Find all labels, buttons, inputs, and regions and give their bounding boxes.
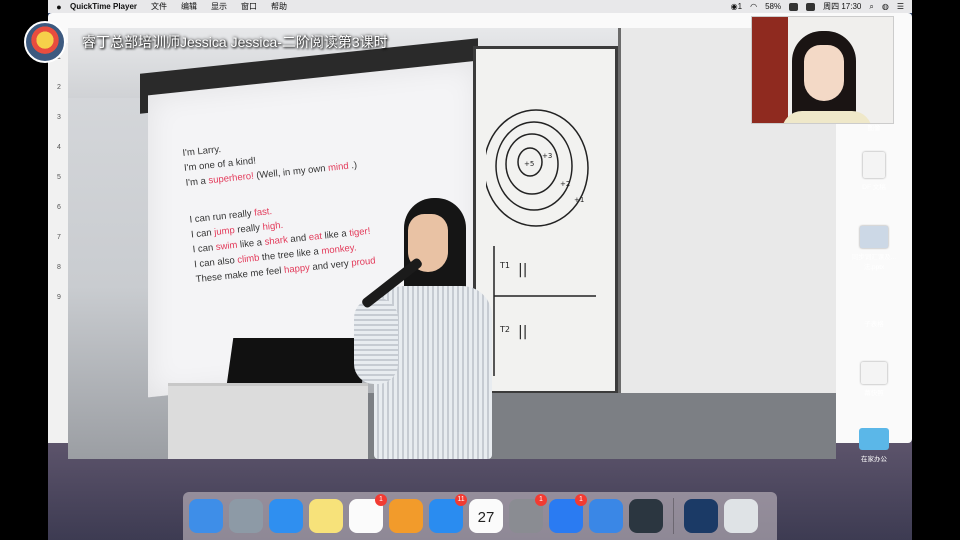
status-notification-icon[interactable]: ◉1 bbox=[731, 2, 742, 11]
dock-desktop-thumbnail-icon[interactable] bbox=[684, 499, 718, 533]
desktop-folder-work-from-home[interactable]: 在家办公 bbox=[850, 428, 898, 463]
target-label: +2 bbox=[560, 180, 570, 188]
desktop-file-screenshot[interactable]: 幕快照 bbox=[850, 362, 898, 397]
desktop-file-pptx[interactable]: 同步词汇课及...法.pptx bbox=[850, 226, 898, 271]
target-label: +5 bbox=[524, 160, 534, 168]
menu-help[interactable]: 帮助 bbox=[271, 1, 287, 12]
host-avatar[interactable] bbox=[24, 21, 66, 63]
camera-pip[interactable] bbox=[751, 16, 894, 124]
ruler-mark: 8 bbox=[57, 264, 61, 271]
battery-icon[interactable] bbox=[789, 2, 799, 11]
desktop-file-label: 幕快照 bbox=[864, 390, 884, 397]
dock-recent bbox=[684, 499, 758, 533]
folder-icon bbox=[859, 428, 889, 450]
ruler-mark: 9 bbox=[57, 294, 61, 301]
left-ruler: 1 2 3 4 5 6 7 8 9 bbox=[48, 43, 70, 443]
menu-view[interactable]: 显示 bbox=[211, 1, 227, 12]
dock-calendar-icon[interactable]: 27 bbox=[469, 499, 503, 533]
dock-badge: 1 bbox=[575, 494, 587, 506]
pip-door bbox=[752, 17, 788, 123]
app-menu[interactable]: QuickTime Player bbox=[70, 2, 137, 11]
wifi-icon[interactable]: ◠ bbox=[750, 2, 757, 11]
tally-mark: || bbox=[518, 324, 527, 340]
document-icon bbox=[863, 152, 885, 178]
dock-safari-icon[interactable] bbox=[269, 499, 303, 533]
dock-badge: 11 bbox=[455, 494, 467, 506]
ruler-mark: 4 bbox=[57, 144, 61, 151]
desktop-file-label: DF 文稿 bbox=[862, 184, 886, 191]
calendar-day: 27 bbox=[477, 509, 495, 526]
dock-launchpad-icon[interactable] bbox=[229, 499, 263, 533]
menu-edit[interactable]: 编辑 bbox=[181, 1, 197, 12]
teacher-arm bbox=[354, 298, 398, 384]
dock-system-preferences-icon[interactable]: 1 bbox=[509, 494, 547, 533]
dock-reminders-icon[interactable]: 1 bbox=[349, 494, 387, 533]
target-label: +1 bbox=[574, 196, 584, 204]
video-player[interactable]: I'm Larry. I'm one of a kind! I'm a supe… bbox=[68, 28, 836, 459]
dock-quicktime-icon[interactable] bbox=[629, 499, 663, 533]
presentation-icon bbox=[860, 226, 888, 248]
dock-badge: 1 bbox=[535, 494, 547, 506]
teacher bbox=[354, 198, 504, 459]
desktop-file-pdf[interactable]: DF 文稿 bbox=[850, 152, 898, 191]
screenshot-icon bbox=[861, 362, 887, 384]
ruler-mark: 3 bbox=[57, 114, 61, 121]
desktop-file-label: 同步词汇课及...法.pptx bbox=[851, 254, 897, 271]
podium bbox=[168, 383, 368, 459]
dock-keynote-icon[interactable] bbox=[589, 499, 623, 533]
target-label: +3 bbox=[542, 152, 552, 160]
dock-apps: 1 11 27 1 1 bbox=[189, 494, 663, 533]
notification-count: 1 bbox=[737, 2, 743, 11]
menu-window[interactable]: 窗口 bbox=[241, 1, 257, 12]
pip-shirt bbox=[782, 111, 872, 123]
ruler-mark: 5 bbox=[57, 174, 61, 181]
pip-face bbox=[804, 45, 844, 101]
desktop-file-label: 子表格 bbox=[864, 321, 884, 328]
dock-finder-icon[interactable] bbox=[189, 499, 223, 533]
stream-title: 睿丁总部培训师Jessica Jessica-二阶阅读第3课时 bbox=[82, 34, 388, 50]
spotlight-search-icon[interactable]: ⌕ bbox=[869, 2, 873, 12]
dock-badge: 1 bbox=[375, 494, 387, 506]
input-method-icon[interactable] bbox=[806, 2, 816, 11]
apple-menu-icon[interactable]: ● bbox=[48, 2, 70, 12]
menu-clock[interactable]: 周四 17:30 bbox=[823, 1, 861, 12]
dock-app-store-icon[interactable]: 11 bbox=[429, 494, 467, 533]
desktop-folder-label: 在家办公 bbox=[861, 456, 887, 463]
tally-mark: || bbox=[518, 262, 527, 278]
ruler-mark: 2 bbox=[57, 84, 61, 91]
menu-file[interactable]: 文件 bbox=[151, 1, 167, 12]
desktop-file-spreadsheet[interactable]: 子表格 bbox=[850, 318, 898, 328]
dock-notes-icon[interactable] bbox=[309, 499, 343, 533]
notification-center-icon[interactable]: ☰ bbox=[897, 2, 904, 11]
siri-icon[interactable]: ◍ bbox=[882, 2, 889, 11]
dock: 1 11 27 1 1 bbox=[183, 492, 777, 540]
dock-separator bbox=[673, 498, 674, 534]
dock-dingtalk-icon[interactable]: 1 bbox=[549, 494, 587, 533]
ruler-mark: 6 bbox=[57, 204, 61, 211]
ruler-mark: 7 bbox=[57, 234, 61, 241]
dock-trash-icon[interactable] bbox=[724, 499, 758, 533]
dock-books-icon[interactable] bbox=[389, 499, 423, 533]
menu-bar: ● QuickTime Player 文件 编辑 显示 窗口 帮助 ◉1 ◠ 5… bbox=[48, 0, 912, 13]
battery-percent: 58% bbox=[765, 2, 782, 11]
